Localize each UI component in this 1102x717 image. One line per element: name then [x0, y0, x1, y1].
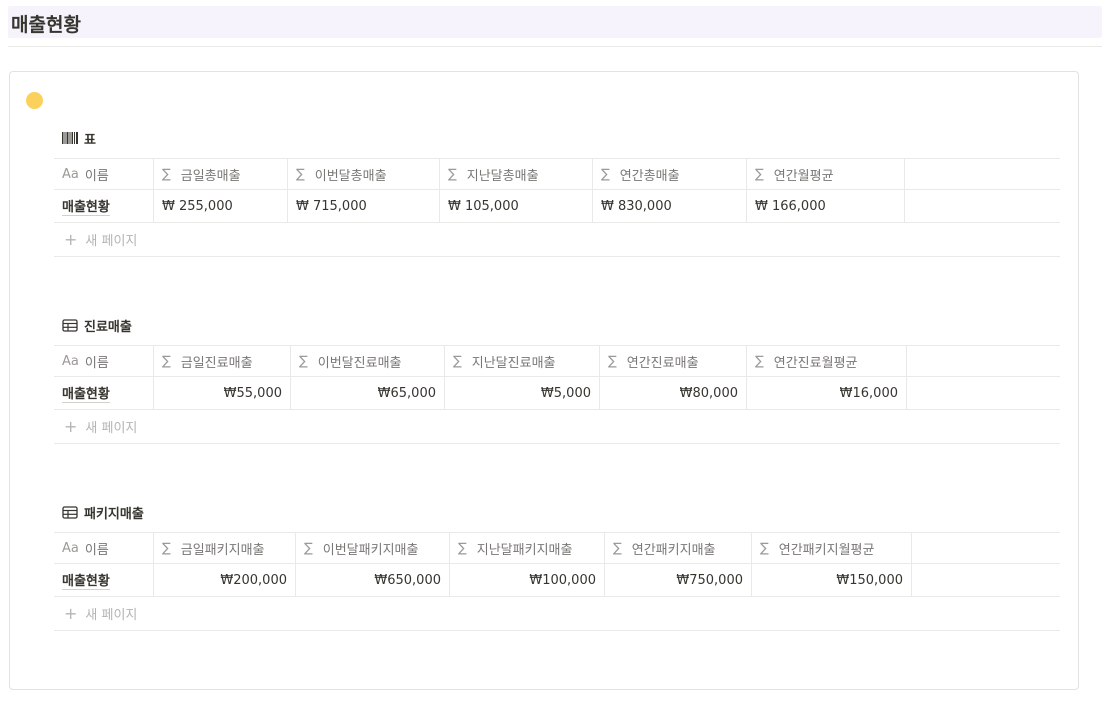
table-header-row: Aa 이름 ∑ 금일패키지매출 ∑ 이번달패키지매출 ∑ 지난달패키지매출 ∑ 연간패키지… [54, 532, 1060, 564]
plus-icon: + [64, 417, 78, 436]
column-header[interactable]: ∑ 이번달진료매출 [291, 346, 445, 376]
new-page-label: 새 페이지 [85, 608, 138, 623]
value-cell[interactable]: ₩65,000 [291, 377, 445, 409]
value-cell[interactable]: ₩16,000 [747, 377, 907, 409]
formula-icon: ∑ [299, 353, 308, 369]
column-header[interactable]: ∑ 연간진료매출 [600, 346, 747, 376]
value-cell[interactable]: ₩ 166,000 [747, 190, 905, 222]
value-cell[interactable]: ₩ 830,000 [593, 190, 747, 222]
new-page-label: 새 페이지 [85, 234, 138, 249]
row-name-cell[interactable]: 매출현황 [54, 564, 154, 596]
formula-icon: ∑ [162, 540, 171, 556]
column-header[interactable]: ∑ 이번달총매출 [288, 159, 440, 189]
plus-icon: + [64, 604, 78, 623]
formula-icon: ∑ [608, 353, 617, 369]
value-cell[interactable]: ₩55,000 [154, 377, 291, 409]
column-header[interactable]: ∑ 지난달총매출 [440, 159, 593, 189]
value-cell[interactable]: ₩ 105,000 [440, 190, 593, 222]
formula-icon: ∑ [760, 540, 769, 556]
value-cell[interactable]: ₩650,000 [296, 564, 450, 596]
formula-icon: ∑ [304, 540, 313, 556]
column-header-empty[interactable] [905, 159, 1060, 189]
barcode-icon [62, 131, 78, 145]
value-cell[interactable]: ₩ 255,000 [154, 190, 288, 222]
db-title[interactable]: 진료매출 [62, 315, 132, 335]
db-title-label: 패키지매출 [84, 506, 144, 522]
column-header[interactable]: ∑ 지난달진료매출 [445, 346, 600, 376]
formula-icon: ∑ [613, 540, 622, 556]
column-header[interactable]: ∑ 금일총매출 [154, 159, 288, 189]
column-header-name[interactable]: Aa 이름 [54, 533, 154, 563]
column-header[interactable]: ∑ 연간패키지매출 [605, 533, 752, 563]
value-cell[interactable]: ₩5,000 [445, 377, 600, 409]
new-page-label: 새 페이지 [85, 421, 138, 436]
value-cell[interactable]: ₩150,000 [752, 564, 912, 596]
db-title[interactable]: 표 [62, 128, 96, 148]
plus-icon: + [64, 230, 78, 249]
formula-icon: ∑ [755, 166, 764, 182]
value-cell[interactable]: ₩100,000 [450, 564, 605, 596]
column-header[interactable]: ∑ 지난달패키지매출 [450, 533, 605, 563]
table-icon [62, 505, 78, 519]
formula-icon: ∑ [296, 166, 305, 182]
callout-dot-icon[interactable] [26, 92, 43, 109]
table-header-row: Aa 이름 ∑ 금일진료매출 ∑ 이번달진료매출 ∑ 지난달진료매출 ∑ 연간진료매출 ∑… [54, 345, 1060, 377]
table-row[interactable]: 매출현황 ₩200,000 ₩650,000 ₩100,000 ₩750,000… [54, 564, 1060, 597]
db-title-label: 표 [84, 132, 96, 148]
text-property-icon: Aa [62, 540, 79, 556]
db-title[interactable]: 패키지매출 [62, 502, 144, 522]
new-page-button[interactable]: + 새 페이지 [54, 410, 1060, 444]
table-row[interactable]: 매출현황 ₩55,000 ₩65,000 ₩5,000 ₩80,000 ₩16,… [54, 377, 1060, 410]
table-header-row: Aa 이름 ∑ 금일총매출 ∑ 이번달총매출 ∑ 지난달총매출 ∑ 연간총매출 ∑ 연간월평… [54, 158, 1060, 190]
empty-cell[interactable] [907, 377, 1060, 409]
empty-cell[interactable] [912, 564, 1060, 596]
column-header-empty[interactable] [912, 533, 1060, 563]
row-name-cell[interactable]: 매출현황 [54, 377, 154, 409]
formula-icon: ∑ [601, 166, 610, 182]
formula-icon: ∑ [458, 540, 467, 556]
column-header[interactable]: ∑ 연간월평균 [747, 159, 905, 189]
value-cell[interactable]: ₩80,000 [600, 377, 747, 409]
text-property-icon: Aa [62, 353, 79, 369]
formula-icon: ∑ [755, 353, 764, 369]
formula-icon: ∑ [448, 166, 457, 182]
new-page-button[interactable]: + 새 페이지 [54, 597, 1060, 631]
page-title: 매출현황 [11, 14, 81, 36]
value-cell[interactable]: ₩200,000 [154, 564, 296, 596]
column-header[interactable]: ∑ 연간총매출 [593, 159, 747, 189]
formula-icon: ∑ [453, 353, 462, 369]
new-page-button[interactable]: + 새 페이지 [54, 223, 1060, 257]
table-row[interactable]: 매출현황 ₩ 255,000 ₩ 715,000 ₩ 105,000 ₩ 830… [54, 190, 1060, 223]
column-header-empty[interactable] [907, 346, 1060, 376]
table-icon [62, 318, 78, 332]
page-header: 매출현황 [8, 6, 1102, 38]
row-name-cell[interactable]: 매출현황 [54, 190, 154, 222]
column-header[interactable]: ∑ 금일패키지매출 [154, 533, 296, 563]
callout-block: 표 Aa 이름 ∑ 금일총매출 ∑ 이번달총매출 ∑ 지난달총매출 ∑ 연간총매출 ∑ 연간… [9, 71, 1079, 690]
header-divider [8, 46, 1102, 47]
text-property-icon: Aa [62, 166, 79, 182]
column-header[interactable]: ∑ 이번달패키지매출 [296, 533, 450, 563]
column-header[interactable]: ∑ 연간진료월평균 [747, 346, 907, 376]
column-header-name[interactable]: Aa 이름 [54, 346, 154, 376]
formula-icon: ∑ [162, 353, 171, 369]
value-cell[interactable]: ₩750,000 [605, 564, 752, 596]
db-title-label: 진료매출 [84, 319, 132, 335]
empty-cell[interactable] [905, 190, 1060, 222]
column-header-name[interactable]: Aa 이름 [54, 159, 154, 189]
value-cell[interactable]: ₩ 715,000 [288, 190, 440, 222]
column-header[interactable]: ∑ 금일진료매출 [154, 346, 291, 376]
column-header[interactable]: ∑ 연간패키지월평균 [752, 533, 912, 563]
formula-icon: ∑ [162, 166, 171, 182]
